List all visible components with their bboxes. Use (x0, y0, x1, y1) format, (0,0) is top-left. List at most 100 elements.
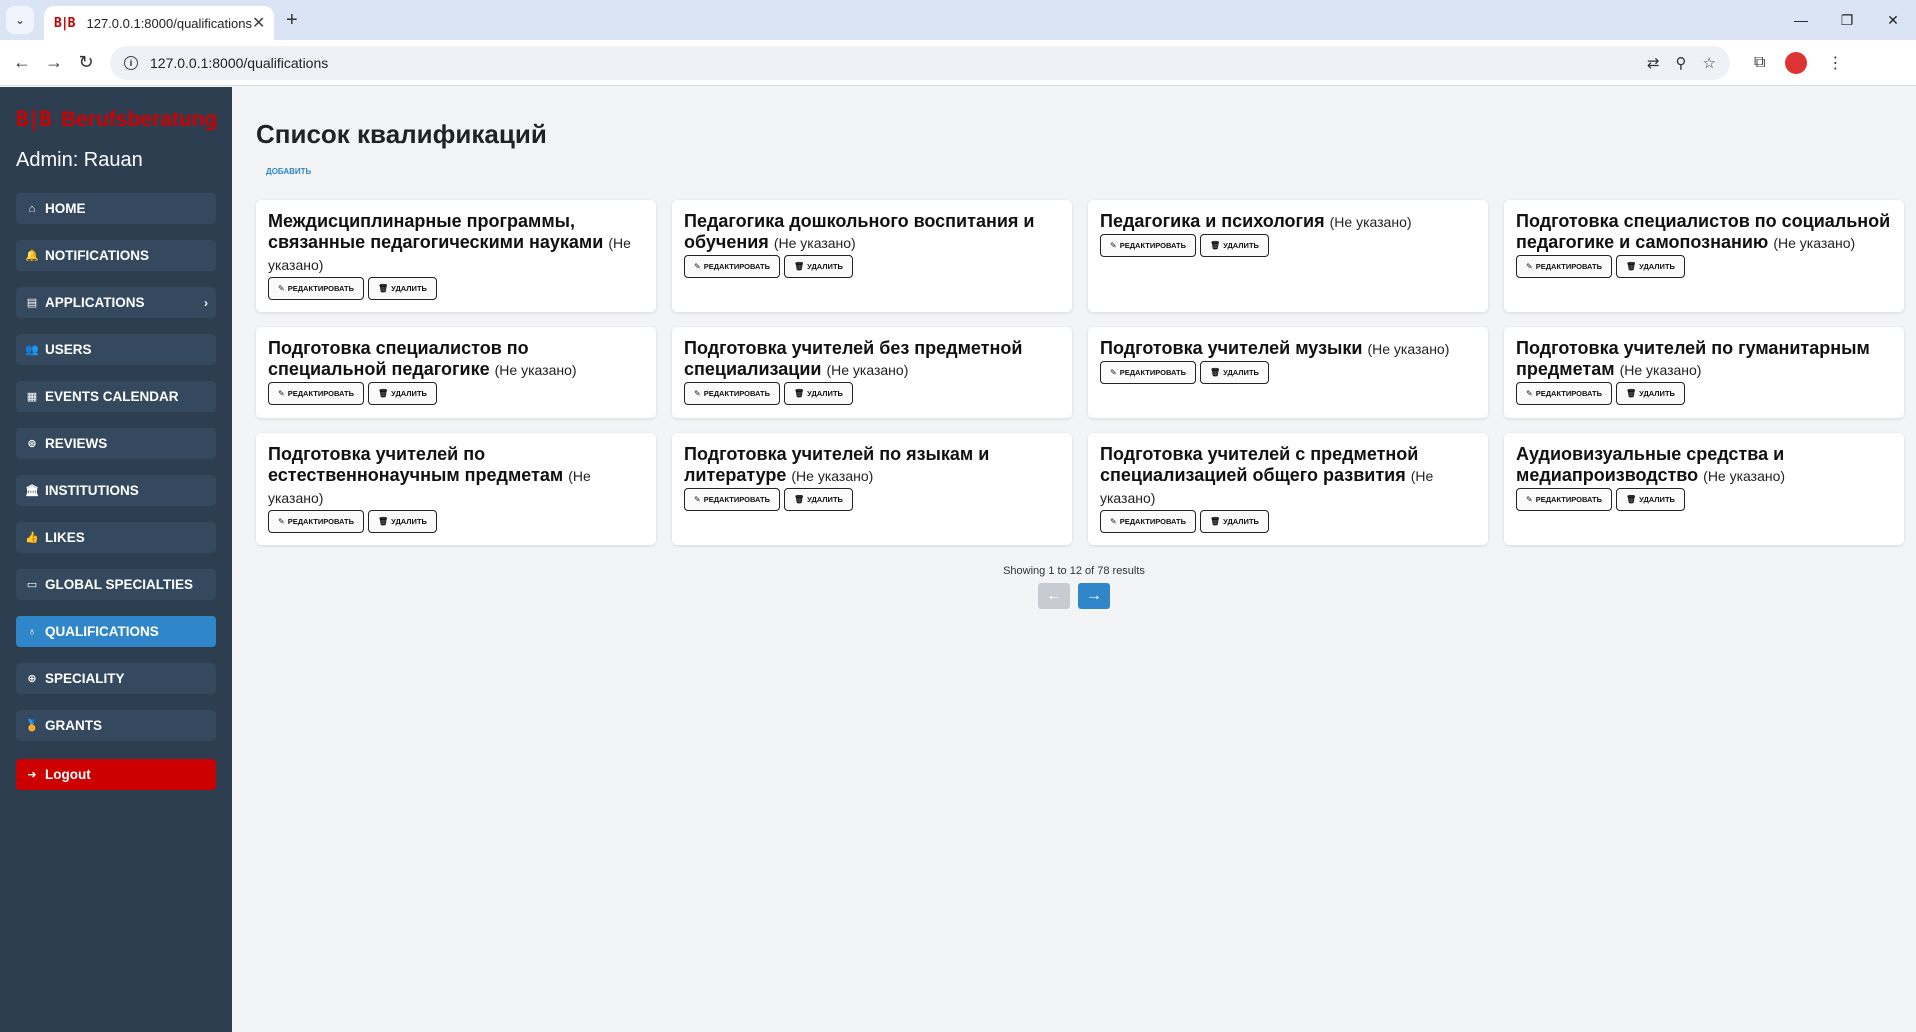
delete-button[interactable]: 🗑 УДАЛИТЬ (1616, 255, 1685, 278)
edit-label: РЕДАКТИРОВАТЬ (1535, 389, 1602, 398)
sidebar-item-notifications[interactable]: 🔔 NOTIFICATIONS (16, 240, 216, 271)
edit-button[interactable]: ✎ РЕДАКТИРОВАТЬ (1100, 361, 1196, 384)
sidebar-item-speciality[interactable]: ⊕ SPECIALITY (16, 663, 216, 694)
edit-button[interactable]: ✎ РЕДАКТИРОВАТЬ (268, 277, 364, 300)
sidebar-item-label: GLOBAL SPECIALTIES (45, 577, 194, 592)
sidebar-item-applications[interactable]: ▤ APPLICATIONS › (16, 287, 216, 318)
bookmark-star-icon[interactable]: ☆ (1703, 54, 1716, 72)
brand[interactable]: B|B Berufsberatung (16, 107, 216, 133)
delete-button[interactable]: 🗑 УДАЛИТЬ (784, 255, 853, 278)
delete-label: УДАЛИТЬ (807, 262, 843, 271)
next-page-button[interactable]: → (1078, 583, 1110, 609)
edit-icon: ✎ (278, 517, 285, 526)
edit-button[interactable]: ✎ РЕДАКТИРОВАТЬ (684, 382, 780, 405)
edit-button[interactable]: ✎ РЕДАКТИРОВАТЬ (1516, 488, 1612, 511)
edit-label: РЕДАКТИРОВАТЬ (1119, 241, 1186, 250)
browser-tab[interactable]: B|B 127.0.0.1:8000/qualifications ✕ (44, 6, 274, 40)
qualification-card: Подготовка учителей без предметной специ… (672, 327, 1072, 418)
delete-button[interactable]: 🗑 УДАЛИТЬ (1616, 488, 1685, 511)
trash-icon: 🗑 (1210, 241, 1221, 250)
qualification-status: (Не указано) (1773, 235, 1856, 251)
brand-logo: B|B (16, 107, 52, 131)
qualification-status: (Не указано) (1367, 341, 1450, 357)
delete-button[interactable]: 🗑 УДАЛИТЬ (1200, 361, 1269, 384)
sidebar-item-label: LIKES (45, 530, 85, 545)
reviews-icon: ⊛ (27, 438, 37, 450)
edit-icon: ✎ (694, 495, 701, 504)
delete-button[interactable]: 🗑 УДАЛИТЬ (368, 382, 437, 405)
edit-label: РЕДАКТИРОВАТЬ (703, 389, 770, 398)
users-icon: 👥 (25, 344, 39, 356)
sidebar-item-label: SPECIALITY (45, 671, 125, 686)
forward-icon[interactable]: → (38, 52, 70, 73)
edit-button[interactable]: ✎ РЕДАКТИРОВАТЬ (684, 488, 780, 511)
qualification-status: (Не указано) (494, 362, 577, 378)
edit-button[interactable]: ✎ РЕДАКТИРОВАТЬ (1100, 510, 1196, 533)
delete-label: УДАЛИТЬ (1223, 241, 1259, 250)
delete-button[interactable]: 🗑 УДАЛИТЬ (1200, 234, 1269, 257)
edit-button[interactable]: ✎ РЕДАКТИРОВАТЬ (1516, 382, 1612, 405)
back-icon[interactable]: ← (6, 52, 38, 73)
address-bar[interactable]: i 127.0.0.1:8000/qualifications ⇄ ⚲ ☆ (110, 45, 1730, 80)
delete-label: УДАЛИТЬ (391, 284, 427, 293)
delete-button[interactable]: 🗑 УДАЛИТЬ (1200, 510, 1269, 533)
edit-button[interactable]: ✎ РЕДАКТИРОВАТЬ (268, 510, 364, 533)
edit-button[interactable]: ✎ РЕДАКТИРОВАТЬ (684, 255, 780, 278)
delete-label: УДАЛИТЬ (807, 389, 843, 398)
sidebar-item-label: APPLICATIONS (45, 295, 145, 310)
brand-name: Berufsberatung (60, 108, 216, 131)
sidebar-item-label: USERS (45, 342, 92, 357)
sidebar-item-grants[interactable]: 🏅 GRANTS (16, 710, 216, 741)
sidebar-item-users[interactable]: 👥 USERS (16, 334, 216, 365)
sidebar-item-reviews[interactable]: ⊛ REVIEWS (16, 428, 216, 459)
delete-button[interactable]: 🗑 УДАЛИТЬ (368, 510, 437, 533)
delete-label: УДАЛИТЬ (1639, 389, 1675, 398)
browser-toolbar: ← → ↻ i 127.0.0.1:8000/qualifications ⇄ … (0, 40, 1916, 86)
edit-icon: ✎ (694, 262, 701, 271)
qualification-status: (Не указано) (791, 468, 874, 484)
sidebar-item-label: GRANTS (45, 718, 102, 733)
profile-avatar[interactable] (1785, 51, 1808, 74)
sidebar-item-home[interactable]: ⌂ HOME (16, 193, 216, 224)
sidebar-item-institutions[interactable]: 🏛 INSTITUTIONS (16, 475, 216, 506)
medal-icon: 🏅 (25, 720, 39, 732)
close-tab-icon[interactable]: ✕ (252, 13, 265, 33)
minimize-icon[interactable]: — (1778, 0, 1824, 40)
trash-icon: 🗑 (794, 495, 805, 504)
trash-icon: 🗑 (1210, 517, 1221, 526)
reload-icon[interactable]: ↻ (70, 52, 102, 73)
delete-label: УДАЛИТЬ (391, 517, 427, 526)
delete-label: УДАЛИТЬ (1223, 517, 1259, 526)
site-info-icon[interactable]: i (124, 55, 138, 70)
edit-button[interactable]: ✎ РЕДАКТИРОВАТЬ (1516, 255, 1612, 278)
edit-label: РЕДАКТИРОВАТЬ (1535, 495, 1602, 504)
edit-icon: ✎ (1110, 368, 1117, 377)
sidebar-item-qualifications[interactable]: ♁ QUALIFICATIONS (16, 616, 216, 647)
browser-menu-icon[interactable]: ⋮ (1827, 53, 1843, 73)
logout-button[interactable]: ➜ Logout (16, 759, 216, 790)
sidebar-item-global-specialties[interactable]: ▭ GLOBAL SPECIALTIES (16, 569, 216, 600)
edit-button[interactable]: ✎ РЕДАКТИРОВАТЬ (268, 382, 364, 405)
delete-button[interactable]: 🗑 УДАЛИТЬ (784, 382, 853, 405)
close-window-icon[interactable]: ✕ (1870, 0, 1916, 40)
briefcase-icon: ▭ (26, 579, 38, 591)
new-tab-icon[interactable]: + (286, 9, 298, 32)
sidebar-item-likes[interactable]: 👍 LIKES (16, 522, 216, 553)
add-button[interactable]: ДОБАВИТЬ (266, 167, 311, 176)
logout-label: Logout (45, 767, 91, 782)
translate-icon[interactable]: ⇄ (1647, 54, 1660, 72)
previous-page-button[interactable]: ← (1038, 583, 1070, 609)
sidebar-item-events-calendar[interactable]: ▦ EVENTS CALENDAR (16, 381, 216, 412)
qualification-card: Подготовка учителей по гуманитарным пред… (1504, 327, 1904, 418)
institution-icon: 🏛 (25, 485, 39, 497)
tab-search-chevron-icon[interactable]: ⌄ (6, 6, 34, 34)
delete-button[interactable]: 🗑 УДАЛИТЬ (368, 277, 437, 300)
edit-button[interactable]: ✎ РЕДАКТИРОВАТЬ (1100, 234, 1196, 257)
home-icon: ⌂ (28, 202, 36, 215)
restore-icon[interactable]: ❐ (1824, 0, 1870, 40)
delete-button[interactable]: 🗑 УДАЛИТЬ (784, 488, 853, 511)
zoom-icon[interactable]: ⚲ (1676, 54, 1687, 72)
qualification-card: Подготовка специалистов по специальной п… (256, 327, 656, 418)
delete-button[interactable]: 🗑 УДАЛИТЬ (1616, 382, 1685, 405)
extensions-icon[interactable]: ⧉ (1754, 54, 1765, 72)
